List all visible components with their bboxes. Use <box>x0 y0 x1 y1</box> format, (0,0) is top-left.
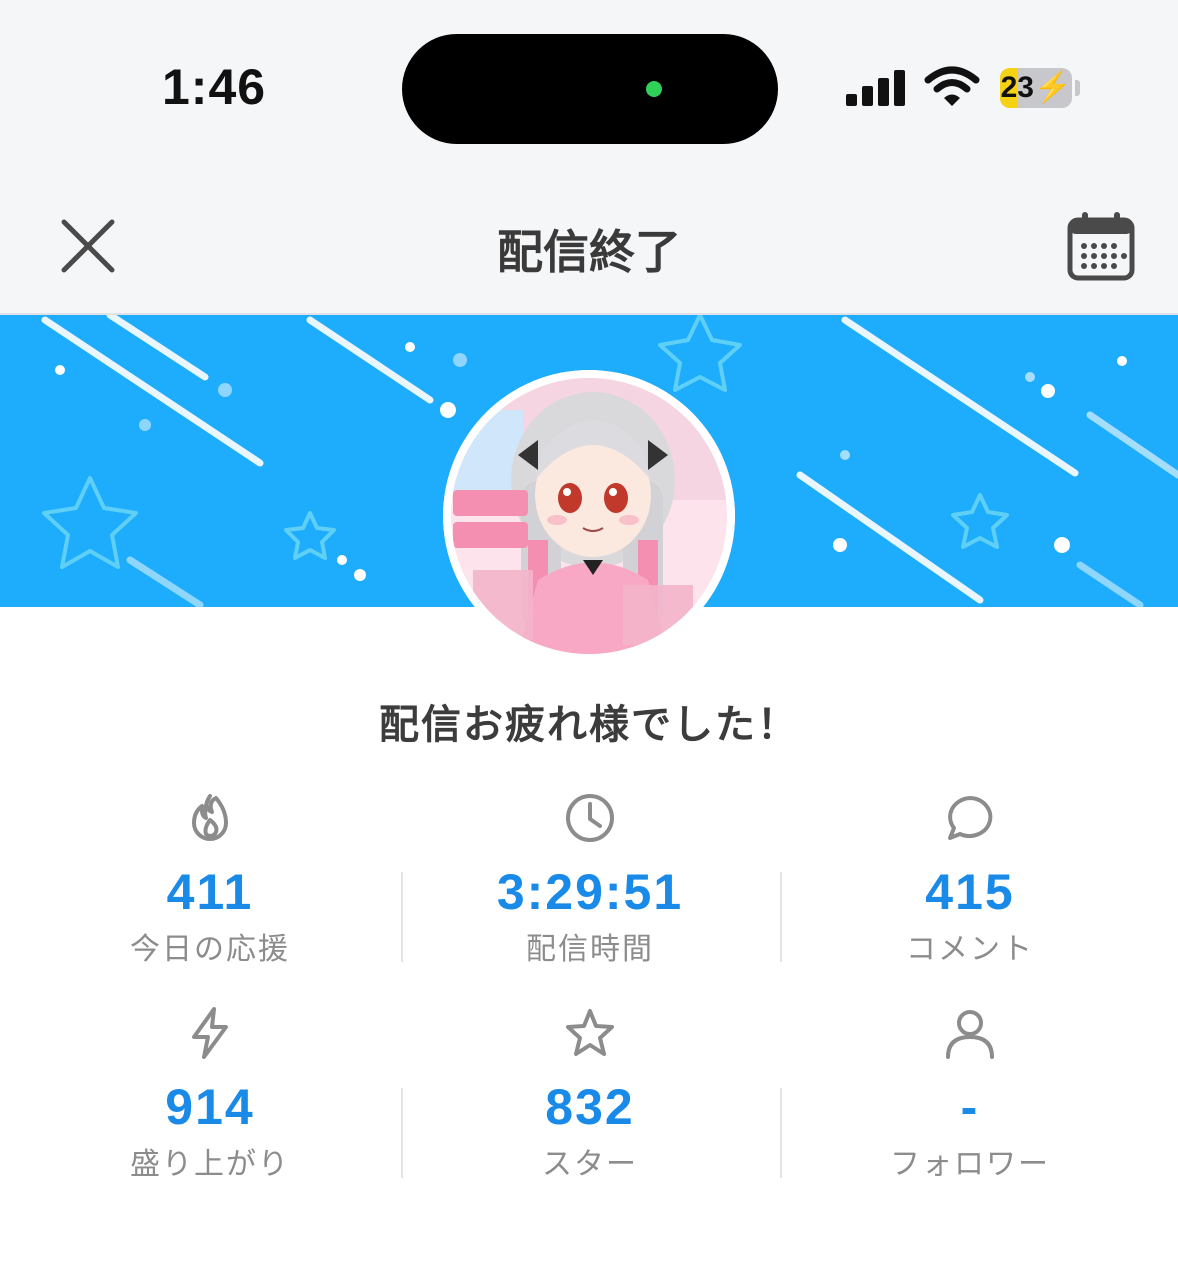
dynamic-island <box>402 34 778 144</box>
comment-icon <box>948 796 993 840</box>
calendar-icon[interactable] <box>1066 210 1136 282</box>
battery-cap <box>1075 80 1080 96</box>
stat-value: 415 <box>925 864 1015 920</box>
completion-message: 配信お疲れ様でした！ <box>379 702 799 748</box>
star-icon <box>566 1009 614 1056</box>
status-time: 1:46 <box>162 59 267 115</box>
charging-bolt-icon: ⚡ <box>1034 71 1072 104</box>
navigation-bar: 配信終了 <box>0 180 1178 315</box>
lightning-icon <box>192 1007 228 1059</box>
stat-excitement: 914 盛り上がり <box>20 1005 400 1183</box>
stat-label: 今日の応援 <box>130 932 290 967</box>
stat-label: スター <box>542 1147 638 1182</box>
stat-label: 盛り上がり <box>130 1147 290 1182</box>
stat-followers: - フォロワー <box>780 1005 1160 1183</box>
stat-value: 832 <box>545 1079 635 1135</box>
page-title: 配信終了 <box>497 225 681 279</box>
stat-label: フォロワー <box>890 1147 1050 1182</box>
cellular-signal-icon <box>846 70 905 106</box>
stat-stream-time: 3:29:51 配信時間 <box>400 790 780 968</box>
stat-value: 3:29:51 <box>496 864 684 920</box>
stat-label: 配信時間 <box>526 932 654 967</box>
person-icon <box>946 1010 994 1059</box>
clock-icon <box>566 794 614 842</box>
battery-percent: 23 <box>1000 71 1034 104</box>
battery-icon: 23⚡ <box>1000 68 1072 108</box>
wifi-icon <box>924 66 980 106</box>
avatar-illustration <box>443 370 735 662</box>
stat-comments: 415 コメント <box>780 790 1160 968</box>
status-bar: 1:46 23⚡ <box>0 0 1178 180</box>
stat-value: 914 <box>165 1079 255 1135</box>
stat-value: 411 <box>166 864 254 920</box>
avatar <box>443 370 735 662</box>
stat-value: - <box>960 1079 980 1135</box>
stat-cheers: 411 今日の応援 <box>20 790 400 968</box>
stat-label: コメント <box>906 932 1034 967</box>
camera-indicator-icon <box>646 81 662 97</box>
stat-stars: 832 スター <box>400 1005 780 1183</box>
flame-icon <box>192 794 228 841</box>
